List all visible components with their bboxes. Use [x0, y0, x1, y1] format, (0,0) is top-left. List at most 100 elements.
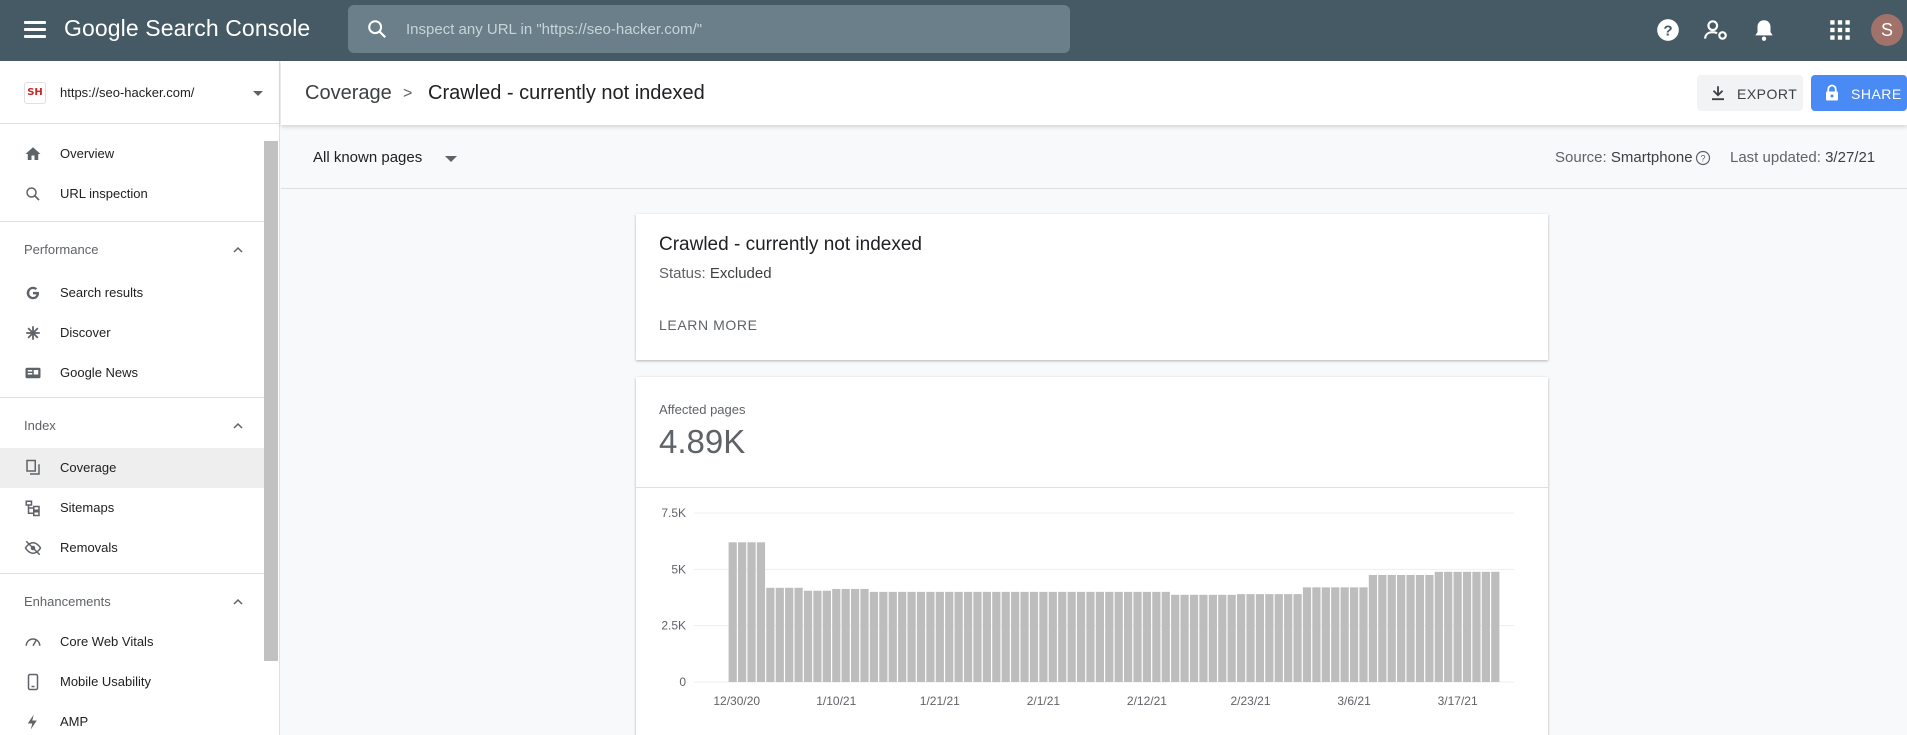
- app-title[interactable]: Google Search Console: [64, 15, 310, 42]
- chart-bar: [850, 588, 860, 682]
- apps-grid-icon[interactable]: [1827, 17, 1853, 43]
- status-card: Crawled - currently not indexed Status: …: [636, 214, 1548, 360]
- sidebar-item-label: Mobile Usability: [60, 674, 152, 689]
- chart-bar: [1302, 587, 1312, 682]
- chart-bar: [1453, 571, 1462, 682]
- chevron-down-icon: [253, 91, 263, 96]
- url-inspect-input[interactable]: [406, 5, 1046, 53]
- chart-bar: [1444, 571, 1453, 682]
- manage-users-icon[interactable]: [1703, 17, 1729, 43]
- sidebar-item-mobile-usability[interactable]: Mobile Usability: [0, 662, 264, 702]
- sidebar-item-overview[interactable]: Overview: [0, 134, 264, 174]
- search-icon: [26, 187, 40, 201]
- sidebar-item-discover[interactable]: Discover: [0, 313, 264, 353]
- section-index[interactable]: Index: [24, 418, 56, 433]
- chart-bar: [1378, 574, 1387, 682]
- chart-bar: [888, 591, 897, 682]
- y-tick-label: 2.5K: [661, 619, 686, 633]
- x-tick-label: 3/6/21: [1337, 694, 1371, 708]
- sidebar-item-label: Coverage: [60, 460, 117, 475]
- chart-bar: [1067, 591, 1076, 682]
- affected-pages-chart[interactable]: 0 2.5K 5K 7.5K 12/30/20 1/10/21 1/21/21 2/1/21 2…: [636, 487, 1548, 735]
- chart-bar: [822, 590, 831, 682]
- chart-bar: [945, 591, 954, 682]
- chart-bar: [992, 591, 1001, 682]
- asterisk-icon: [26, 326, 40, 340]
- section-performance[interactable]: Performance: [24, 242, 98, 257]
- chart-bar: [803, 590, 813, 682]
- share-button[interactable]: SHARE: [1811, 75, 1907, 111]
- chevron-up-icon[interactable]: [232, 596, 244, 608]
- sidebar-item-core-web-vitals[interactable]: Core Web Vitals: [0, 622, 264, 662]
- chart-bar: [1171, 594, 1180, 682]
- gauge-icon: [25, 638, 41, 647]
- share-label: SHARE: [1851, 86, 1902, 102]
- chevron-down-icon[interactable]: [445, 156, 457, 162]
- chart-bar: [1368, 574, 1378, 682]
- chart-bar: [1481, 571, 1490, 682]
- menu-icon[interactable]: [24, 18, 46, 40]
- search-icon: [368, 20, 387, 39]
- chart-bar: [916, 591, 926, 682]
- chart-bar: [1293, 594, 1302, 682]
- chart-bar: [1359, 587, 1368, 682]
- home-icon: [25, 147, 41, 160]
- chart-bar: [1208, 594, 1217, 682]
- sidebar-scrollbar[interactable]: [264, 141, 278, 661]
- chart-bar: [1434, 571, 1443, 682]
- chart-bar: [747, 542, 756, 682]
- chart-bar: [869, 591, 879, 682]
- sidebar-item-label: URL inspection: [60, 186, 148, 201]
- divider: [0, 573, 264, 574]
- sidebar-item-label: Sitemaps: [60, 500, 115, 515]
- url-inspect-search[interactable]: [348, 5, 1070, 53]
- export-button[interactable]: EXPORT: [1697, 75, 1803, 111]
- help-circle-icon[interactable]: ?: [1695, 150, 1711, 166]
- affected-label: Affected pages: [659, 402, 746, 417]
- source-value: Smartphone: [1610, 149, 1693, 166]
- chart-bar: [1095, 591, 1104, 682]
- breadcrumb-coverage[interactable]: Coverage: [305, 82, 392, 105]
- chart-bar: [1340, 587, 1349, 682]
- chart-bar: [1415, 574, 1425, 682]
- sidebar-item-url-inspection[interactable]: URL inspection: [0, 174, 264, 214]
- avatar[interactable]: S: [1871, 14, 1903, 46]
- chart-bar: [879, 591, 888, 682]
- y-tick-label: 0: [679, 675, 686, 689]
- chevron-up-icon[interactable]: [232, 420, 244, 432]
- chart-bar: [926, 591, 935, 682]
- page-filter-dropdown[interactable]: All known pages: [313, 149, 422, 166]
- status-value: Excluded: [709, 265, 772, 282]
- updated-value: 3/27/21: [1825, 149, 1876, 166]
- phone-icon: [27, 673, 39, 691]
- learn-more-link[interactable]: LEARN MORE: [659, 317, 758, 333]
- chart-bar: [1397, 574, 1406, 682]
- chart-bar: [1189, 594, 1199, 682]
- section-enhancements[interactable]: Enhancements: [24, 594, 111, 609]
- chart-bar: [756, 542, 766, 682]
- chart-bar: [1462, 571, 1472, 682]
- sidebar: SH https://seo-hacker.com/ Overview URL …: [0, 61, 280, 735]
- sidebar-item-google-news[interactable]: Google News: [0, 353, 264, 393]
- updated-label: Last updated:: [1730, 149, 1821, 166]
- affected-pages-card: Affected pages 4.89K 0 2.5K 5K 7.5K 12/30/20…: [636, 377, 1548, 735]
- last-updated: Last updated: 3/27/21: [1730, 149, 1875, 166]
- sidebar-item-amp[interactable]: AMP: [0, 702, 264, 735]
- bell-icon[interactable]: [1751, 17, 1777, 43]
- property-selector[interactable]: SH https://seo-hacker.com/: [0, 61, 279, 124]
- chart-bar: [738, 542, 747, 682]
- x-tick-label: 1/21/21: [920, 694, 960, 708]
- divider: [0, 221, 264, 222]
- sidebar-item-sitemaps[interactable]: Sitemaps: [0, 488, 264, 528]
- chart-bar: [1048, 591, 1057, 682]
- page-title: Crawled - currently not indexed: [428, 82, 705, 104]
- sidebar-item-removals[interactable]: Removals: [0, 528, 264, 568]
- chevron-up-icon[interactable]: [232, 244, 244, 256]
- sidebar-item-coverage[interactable]: Coverage: [0, 448, 264, 488]
- chart-bar: [813, 590, 822, 682]
- help-icon[interactable]: ?: [1655, 17, 1681, 43]
- chart-bar: [1011, 591, 1020, 682]
- chart-bar: [1387, 574, 1396, 682]
- sidebar-item-search-results[interactable]: Search results: [0, 273, 264, 313]
- chart-bar: [794, 587, 803, 682]
